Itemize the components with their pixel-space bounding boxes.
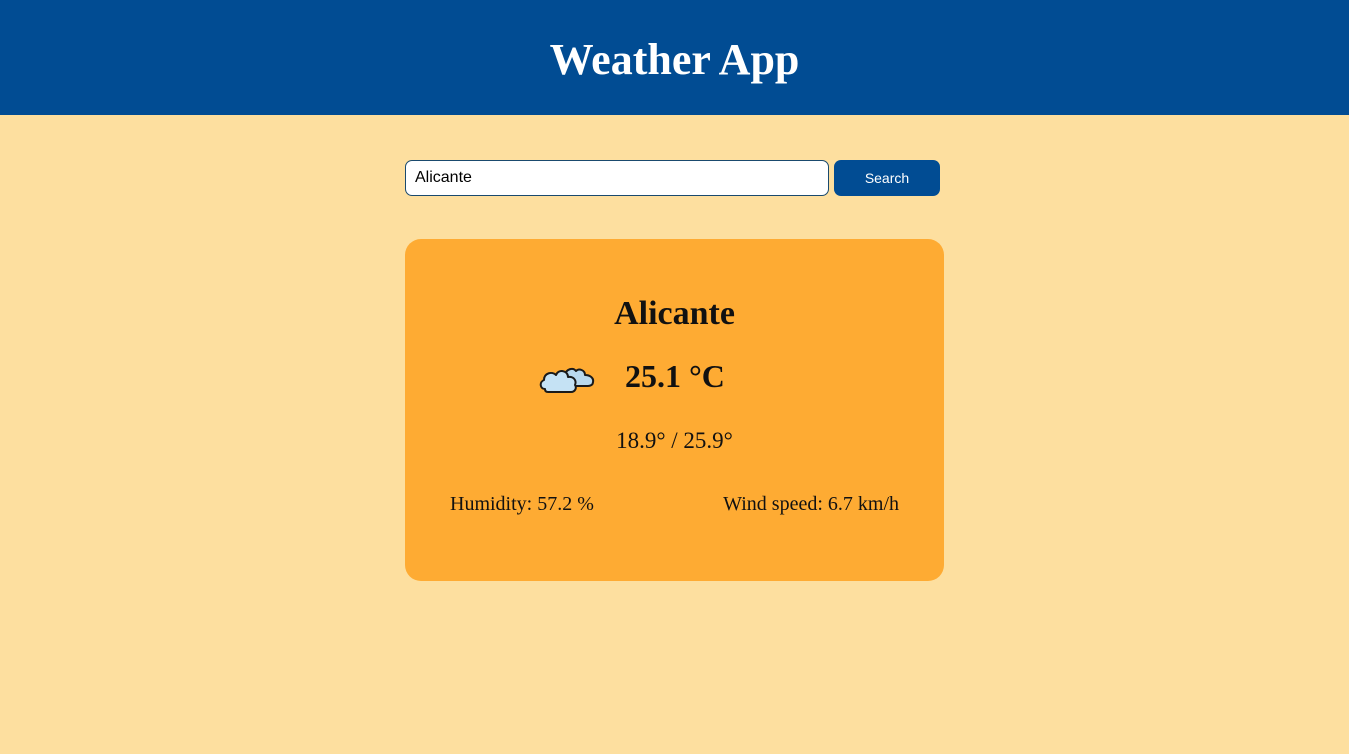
min-max-temperature: 18.9° / 25.9° [616,428,733,453]
city-search-input[interactable] [405,160,829,196]
city-name: Alicante [614,295,735,332]
cloudy-icon [539,367,595,393]
wind-speed-label: Wind speed: 6.7 km/h [723,493,899,515]
search-button[interactable]: Search [834,160,940,196]
humidity-label: Humidity: 57.2 % [450,493,594,515]
app-header: Weather App [0,0,1349,115]
weather-card: Alicante 25.1 °C 18.9° / 25.9° Humidity:… [405,239,944,581]
app-title: Weather App [549,34,800,84]
current-temperature: 25.1 °C [625,358,725,394]
